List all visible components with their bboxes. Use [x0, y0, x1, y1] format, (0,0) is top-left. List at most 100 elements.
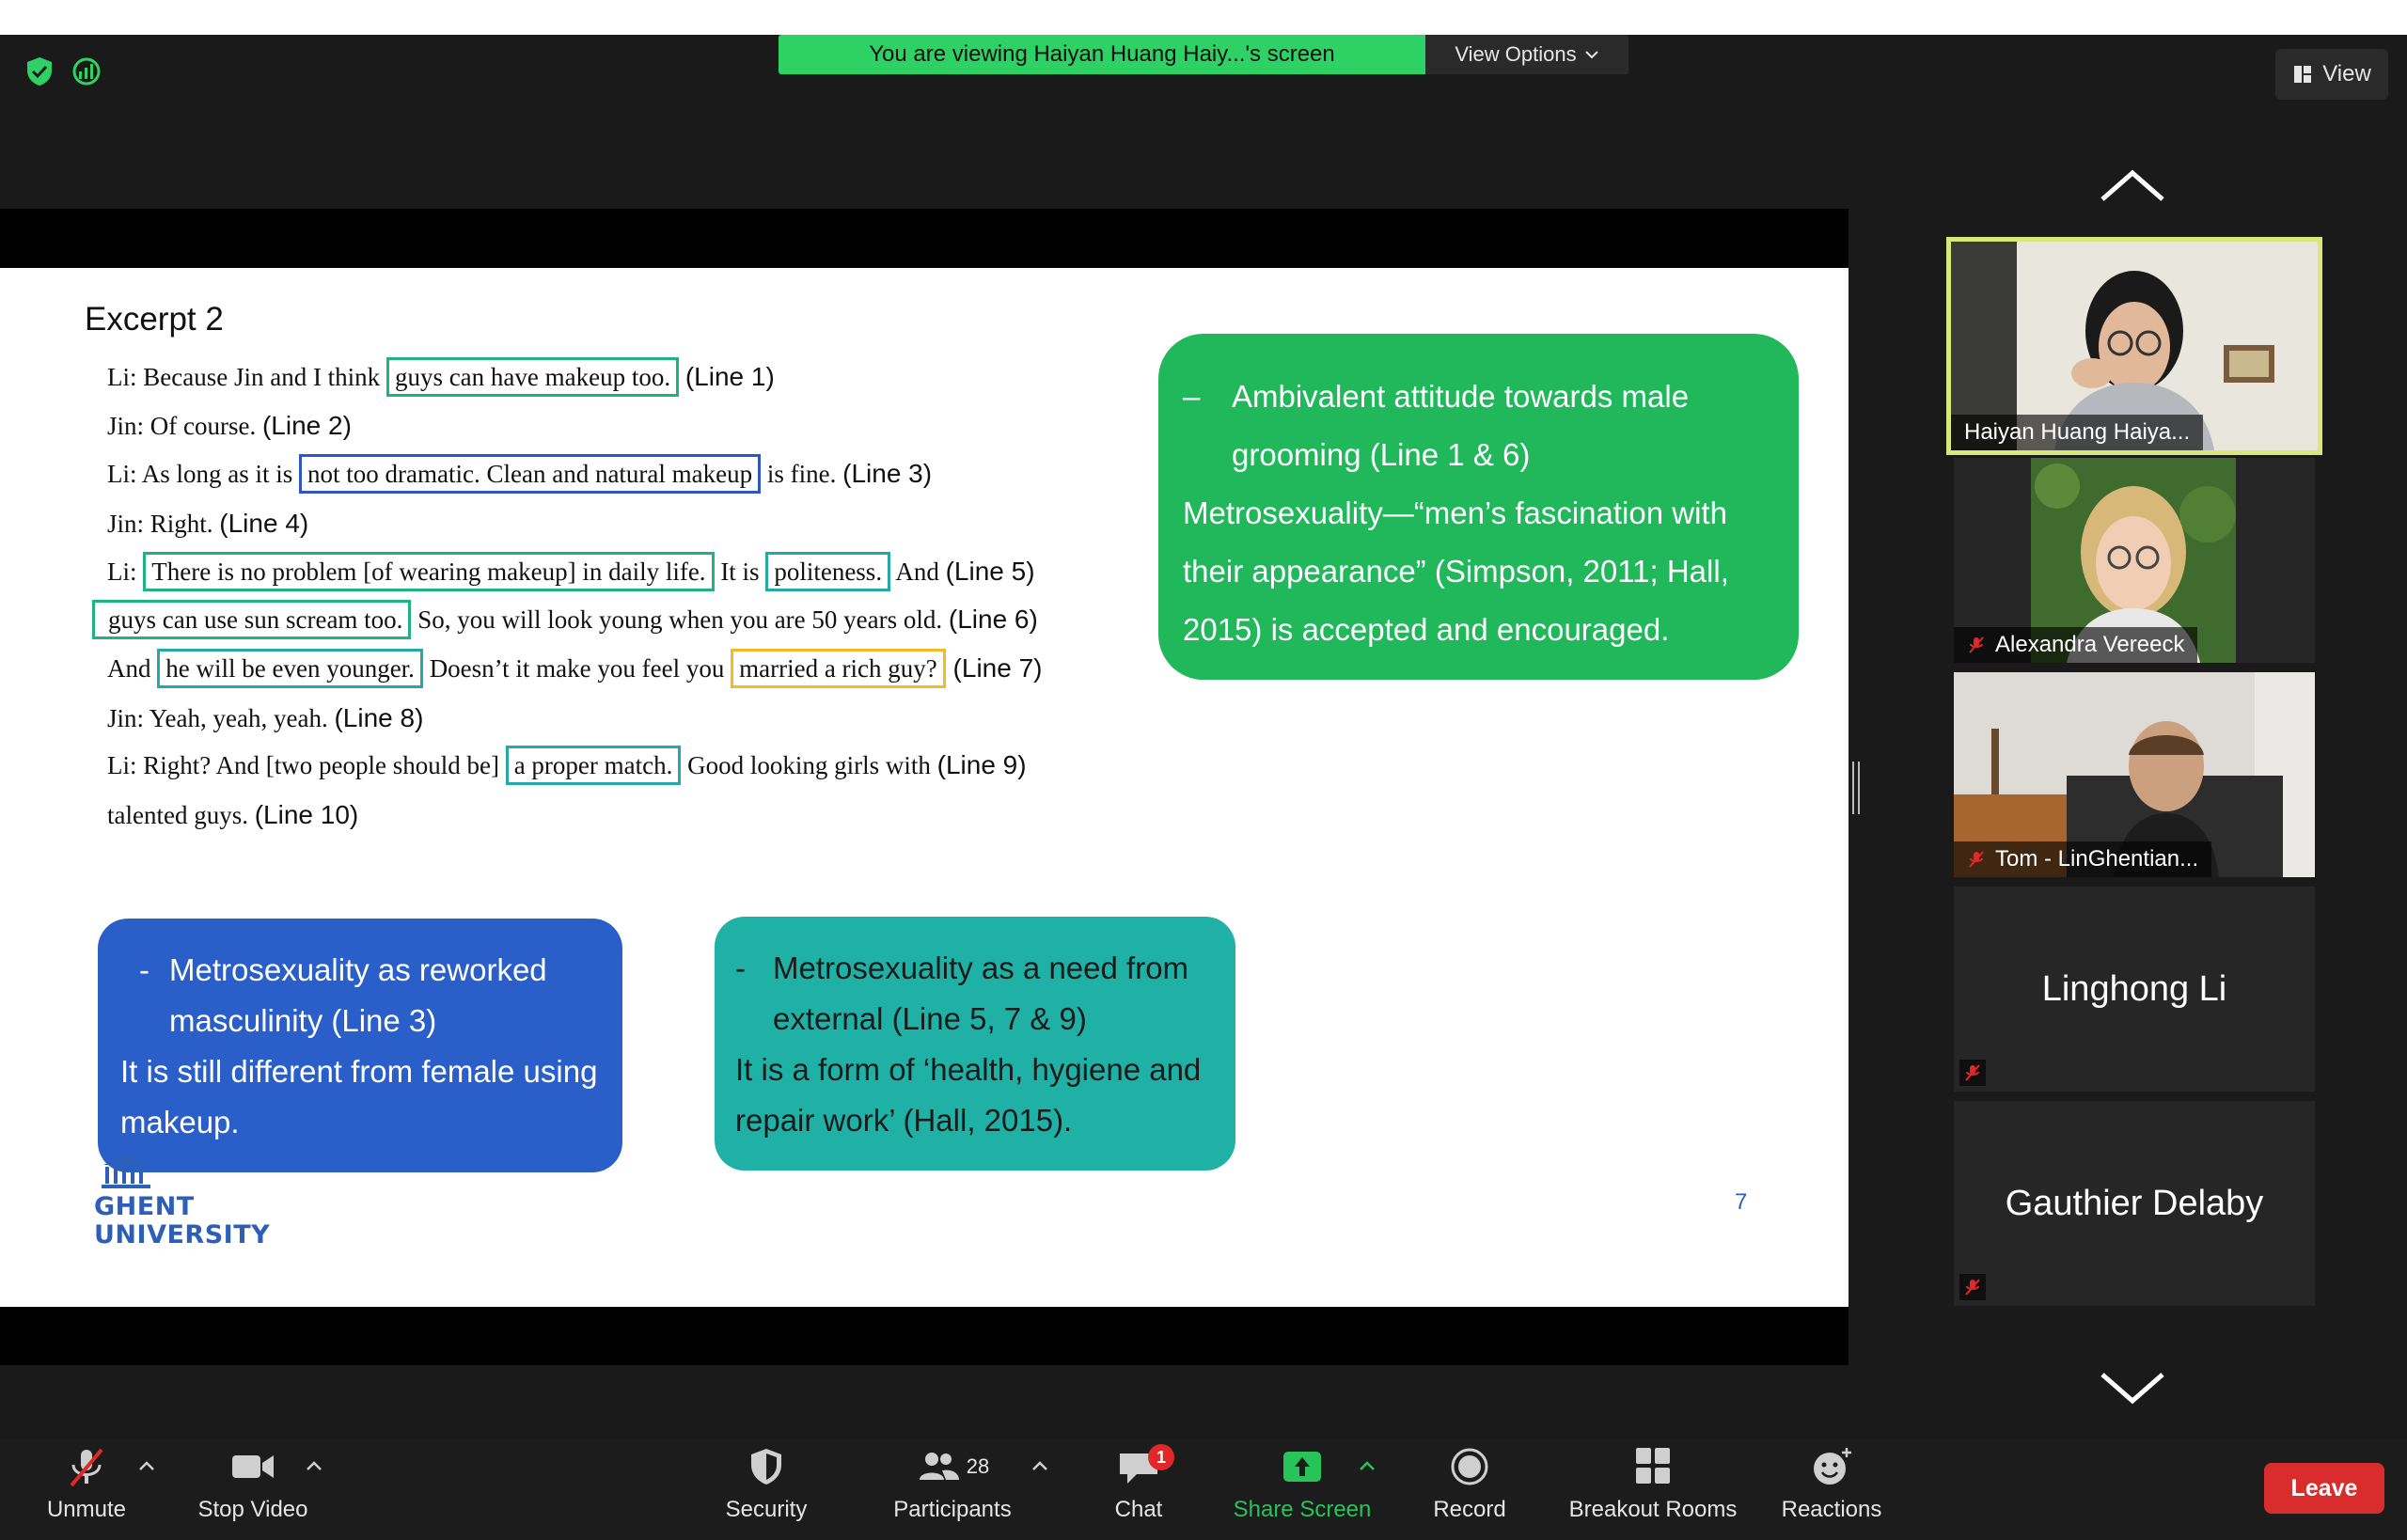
line-number: (Line 6) — [948, 605, 1038, 634]
line-text: Li: Because Jin and I think — [107, 363, 386, 391]
transcript-line-7: And he will be even younger. Doesn’t it … — [107, 649, 1043, 688]
panel-resize-handle[interactable] — [1852, 762, 1860, 814]
participant-name: Haiyan Huang Haiya... — [1964, 419, 2191, 445]
presentation-slide: Excerpt 2 Li: Because Jin and I think gu… — [0, 268, 1849, 1307]
breakout-rooms-button[interactable]: Breakout Rooms — [1557, 1438, 1749, 1540]
line-number: (Line 4) — [219, 509, 309, 538]
transcript-line-5: Li: There is no problem [of wearing make… — [107, 552, 1035, 591]
transcript-line-8: Jin: Yeah, yeah, yeah. (Line 8) — [107, 703, 423, 733]
mute-badge — [1959, 1274, 1986, 1300]
share-screen-icon — [1283, 1452, 1321, 1482]
line-text: Doesn’t it make you feel you — [422, 654, 732, 683]
line-text: Jin: Of course. — [107, 412, 262, 440]
mic-off-icon — [1969, 851, 1984, 868]
callout-need-from-external: - Metrosexuality as a need from external… — [715, 917, 1235, 1171]
people-icon — [919, 1453, 959, 1480]
line-text: Good looking girls with — [681, 751, 937, 779]
screen-share-banner: You are viewing Haiyan Huang Haiy...'s s… — [779, 35, 1628, 74]
mic-off-icon — [1965, 1064, 1980, 1081]
view-options-button[interactable]: View Options — [1425, 35, 1628, 74]
transcript-line-4: Jin: Right. (Line 4) — [107, 509, 308, 539]
transcript-line-10: talented guys. (Line 10) — [107, 800, 358, 830]
shield-icon — [751, 1449, 781, 1485]
leave-button[interactable]: Leave — [2264, 1463, 2384, 1514]
shield-check-icon[interactable] — [23, 55, 56, 88]
chat-button[interactable]: 1 Chat — [1096, 1438, 1181, 1540]
bullet-dash: - — [735, 951, 746, 985]
breakout-grid-icon — [1636, 1448, 1670, 1484]
chat-label: Chat — [1114, 1497, 1163, 1522]
participant-tile-haiyan[interactable]: Haiyan Huang Haiya... — [1946, 237, 2322, 455]
share-screen-button[interactable]: Share Screen — [1222, 1438, 1382, 1540]
line-text: talented guys. — [107, 801, 255, 829]
line-text: Li: — [107, 558, 144, 586]
meeting-toolbar: Unmute Stop Video Security 28 Participan… — [0, 1438, 2407, 1540]
bullet-dash: - — [139, 952, 149, 987]
transcript-line-1: Li: Because Jin and I think guys can hav… — [107, 357, 775, 397]
logo-line-2: UNIVERSITY — [94, 1220, 271, 1249]
participant-name: Alexandra Vereeck — [1995, 632, 2185, 657]
ghent-university-logo: GHENT UNIVERSITY — [94, 1154, 271, 1249]
line-number: (Line 5) — [945, 557, 1035, 586]
callout-bullet: – Ambivalent attitude towards male groom… — [1183, 368, 1770, 484]
slide-page-number: 7 — [1735, 1189, 1748, 1215]
line-text: So, you will look young when you are 50 … — [411, 605, 949, 634]
security-label: Security — [725, 1497, 808, 1522]
line-number: (Line 9) — [936, 750, 1027, 779]
chat-unread-badge: 1 — [1148, 1444, 1174, 1470]
stop-video-label: Stop Video — [197, 1497, 308, 1522]
transcript-line-3: Li: As long as it is not too dramatic. C… — [107, 454, 933, 494]
grid-view-icon — [2294, 66, 2312, 83]
scroll-down-chevron-icon[interactable] — [2099, 1369, 2166, 1406]
bullet-dash: – — [1183, 379, 1201, 414]
network-status-icon[interactable] — [70, 55, 103, 88]
scroll-up-chevron-icon[interactable] — [2099, 167, 2166, 205]
participant-tile-tom[interactable]: Tom - LinGhentian... — [1954, 672, 2315, 877]
callout-body: It is still different from female using … — [120, 1054, 598, 1139]
university-building-icon — [102, 1155, 150, 1188]
line-number: (Line 7) — [945, 653, 1043, 683]
record-label: Record — [1433, 1497, 1506, 1522]
participant-name: Gauthier Delaby — [2005, 1183, 2264, 1223]
share-screen-label: Share Screen — [1233, 1497, 1372, 1522]
line-number: (Line 8) — [334, 703, 424, 732]
participants-count: 28 — [966, 1454, 990, 1478]
callout-ambivalent-attitude: – Ambivalent attitude towards male groom… — [1158, 334, 1799, 680]
line-text: Li: As long as it is — [107, 460, 300, 488]
participants-button[interactable]: 28 Participants — [884, 1438, 1021, 1540]
chevron-down-icon — [1584, 51, 1598, 59]
highlight-teal: politeness. — [765, 552, 891, 591]
unmute-button[interactable]: Unmute — [41, 1438, 132, 1540]
participants-options-caret-icon[interactable] — [1030, 1459, 1049, 1472]
video-options-caret-icon[interactable] — [305, 1459, 323, 1472]
record-button[interactable]: Record — [1420, 1438, 1519, 1540]
audio-options-caret-icon[interactable] — [137, 1459, 156, 1472]
participant-name: Linghong Li — [2041, 968, 2227, 1009]
line-number: (Line 1) — [684, 362, 775, 391]
line-text: is fine. — [761, 460, 843, 488]
smiley-icon — [1814, 1448, 1851, 1485]
logo-line-1: GHENT — [94, 1192, 195, 1221]
highlight-teal: a proper match. — [505, 746, 682, 785]
line-number: (Line 2) — [261, 411, 352, 440]
line-text: Jin: Yeah, yeah, yeah. — [107, 704, 335, 732]
share-options-caret-icon[interactable] — [1358, 1459, 1377, 1472]
viewing-screen-text: You are viewing Haiyan Huang Haiy...'s s… — [779, 35, 1425, 74]
breakout-rooms-label: Breakout Rooms — [1568, 1497, 1738, 1522]
slide-title: Excerpt 2 — [85, 301, 224, 338]
highlight-yellow: married a rich guy? — [731, 649, 946, 688]
participant-tile-linghong[interactable]: Linghong Li — [1954, 887, 2315, 1092]
highlight-green: guys can have makeup too. — [385, 357, 680, 397]
highlight-blue: not too dramatic. Clean and natural make… — [299, 454, 762, 494]
transcript-line-9: Li: Right? And [two people should be] a … — [107, 746, 1027, 785]
video-camera-icon — [232, 1455, 274, 1478]
view-layout-button[interactable]: View — [2275, 49, 2388, 100]
callout-bullet: - Metrosexuality as reworked masculinity… — [120, 945, 600, 1046]
security-button[interactable]: Security — [715, 1438, 818, 1540]
reactions-button[interactable]: Reactions — [1773, 1438, 1890, 1540]
participant-tile-gauthier[interactable]: Gauthier Delaby — [1954, 1101, 2315, 1306]
participant-tile-alexandra[interactable]: Alexandra Vereeck — [1954, 458, 2315, 663]
stop-video-button[interactable]: Stop Video — [192, 1438, 314, 1540]
line-number: (Line 3) — [842, 459, 933, 488]
unmute-label: Unmute — [46, 1497, 127, 1522]
